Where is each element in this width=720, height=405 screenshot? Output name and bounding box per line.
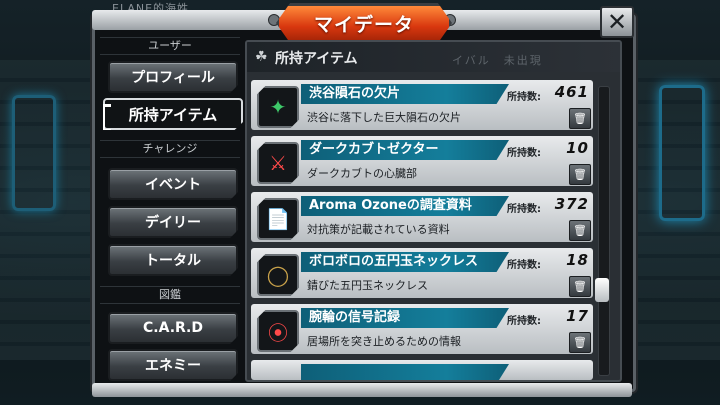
- list-item[interactable]: ⦿ 腕輪の信号記録 所持数: 17 居場所を突き止めるための情報 🗑: [251, 304, 593, 354]
- item-count: 372: [554, 195, 589, 213]
- item-count: 18: [566, 251, 589, 269]
- count-label: 所持数:: [507, 92, 541, 103]
- scrollbar-thumb[interactable]: [595, 278, 609, 302]
- section-label-challenge: チャレンジ: [100, 140, 240, 158]
- list-item[interactable]: ⚔ ダークカブトゼクター 所持数: 10 ダークカブトの心臓部 🗑: [251, 136, 593, 186]
- sidebar-item-profile[interactable]: プロフィール: [108, 61, 238, 93]
- list-item[interactable]: ◯ ボロボロの五円玉ネックレス 所持数: 18 錆びた五円玉ネックレス 🗑: [251, 248, 593, 298]
- item-name: ボロボロの五円玉ネックレス: [301, 252, 509, 272]
- item-count: 17: [566, 307, 589, 325]
- section-label-user: ユーザー: [100, 37, 240, 55]
- sidebar-item-event[interactable]: イベント: [108, 168, 238, 200]
- count-label: 所持数:: [507, 316, 541, 327]
- count-label: 所持数:: [507, 260, 541, 271]
- bracelet-icon: ⦿: [257, 310, 299, 352]
- item-count: 461: [554, 83, 589, 101]
- dialog-bottom-bar: [92, 383, 632, 397]
- item-panel: ☘ 所持アイテム イバル 未出現 ✦ 渋谷隕石の欠片 所持数: 461 渋谷に落…: [245, 40, 622, 382]
- close-icon: ✕: [606, 8, 628, 36]
- count-label: 所持数:: [507, 204, 541, 215]
- close-button[interactable]: ✕: [600, 6, 634, 38]
- sidebar-item-items[interactable]: 所持アイテム: [103, 98, 243, 130]
- item-description: 錆びた五円玉ネックレス: [307, 279, 428, 292]
- trash-icon[interactable]: 🗑: [569, 108, 591, 129]
- item-description: 対抗策が記載されている資料: [307, 223, 450, 236]
- screen-title-badge: マイデータ: [276, 3, 452, 43]
- item-count: 10: [566, 139, 589, 157]
- panel-ghost-text: イバル 未出現: [452, 54, 543, 67]
- trash-icon[interactable]: 🗑: [569, 276, 591, 297]
- sidebar-item-card[interactable]: C.A.R.D: [108, 312, 238, 344]
- trash-icon[interactable]: 🗑: [569, 164, 591, 185]
- document-icon: 📄: [257, 198, 299, 240]
- background-glow-right: [659, 85, 705, 221]
- trash-icon[interactable]: 🗑: [569, 332, 591, 353]
- background-glow-left: [12, 95, 56, 211]
- green-stone-icon: ✦: [257, 86, 299, 128]
- item-description: 居場所を突き止めるための情報: [307, 335, 461, 348]
- section-label-encyclopedia: 図鑑: [100, 286, 240, 304]
- scrollbar-track[interactable]: [598, 86, 610, 376]
- panel-title: 所持アイテム: [275, 51, 358, 67]
- item-name-partial: [301, 364, 509, 380]
- item-description: 渋谷に落下した巨大隕石の欠片: [307, 111, 461, 124]
- items-icon: ☘: [255, 49, 268, 65]
- list-item[interactable]: 📄 Aroma Ozoneの調査資料 所持数: 372 対抗策が記載されている資…: [251, 192, 593, 242]
- sidebar-item-daily[interactable]: デイリー: [108, 206, 238, 238]
- item-name: 腕輪の信号記録: [301, 308, 509, 328]
- item-description: ダークカブトの心臓部: [307, 167, 417, 180]
- screen-title: マイデータ: [313, 13, 414, 36]
- sidebar-item-enemy[interactable]: エネミー: [108, 349, 238, 381]
- item-name: Aroma Ozoneの調査資料: [301, 196, 509, 216]
- list-item-partial[interactable]: [251, 360, 593, 380]
- panel-header: ☘ 所持アイテム イバル 未出現: [247, 42, 620, 72]
- item-name: ダークカブトゼクター: [301, 140, 509, 160]
- list-item[interactable]: ✦ 渋谷隕石の欠片 所持数: 461 渋谷に落下した巨大隕石の欠片 🗑: [251, 80, 593, 130]
- item-name: 渋谷隕石の欠片: [301, 84, 509, 104]
- zecter-icon: ⚔: [257, 142, 299, 184]
- sidebar-item-total[interactable]: トータル: [108, 244, 238, 276]
- necklace-icon: ◯: [257, 254, 299, 296]
- sidebar: ユーザー プロフィール 所持アイテム チャレンジ イベント デイリー トータル …: [100, 30, 243, 381]
- count-label: 所持数:: [507, 148, 541, 159]
- trash-icon[interactable]: 🗑: [569, 220, 591, 241]
